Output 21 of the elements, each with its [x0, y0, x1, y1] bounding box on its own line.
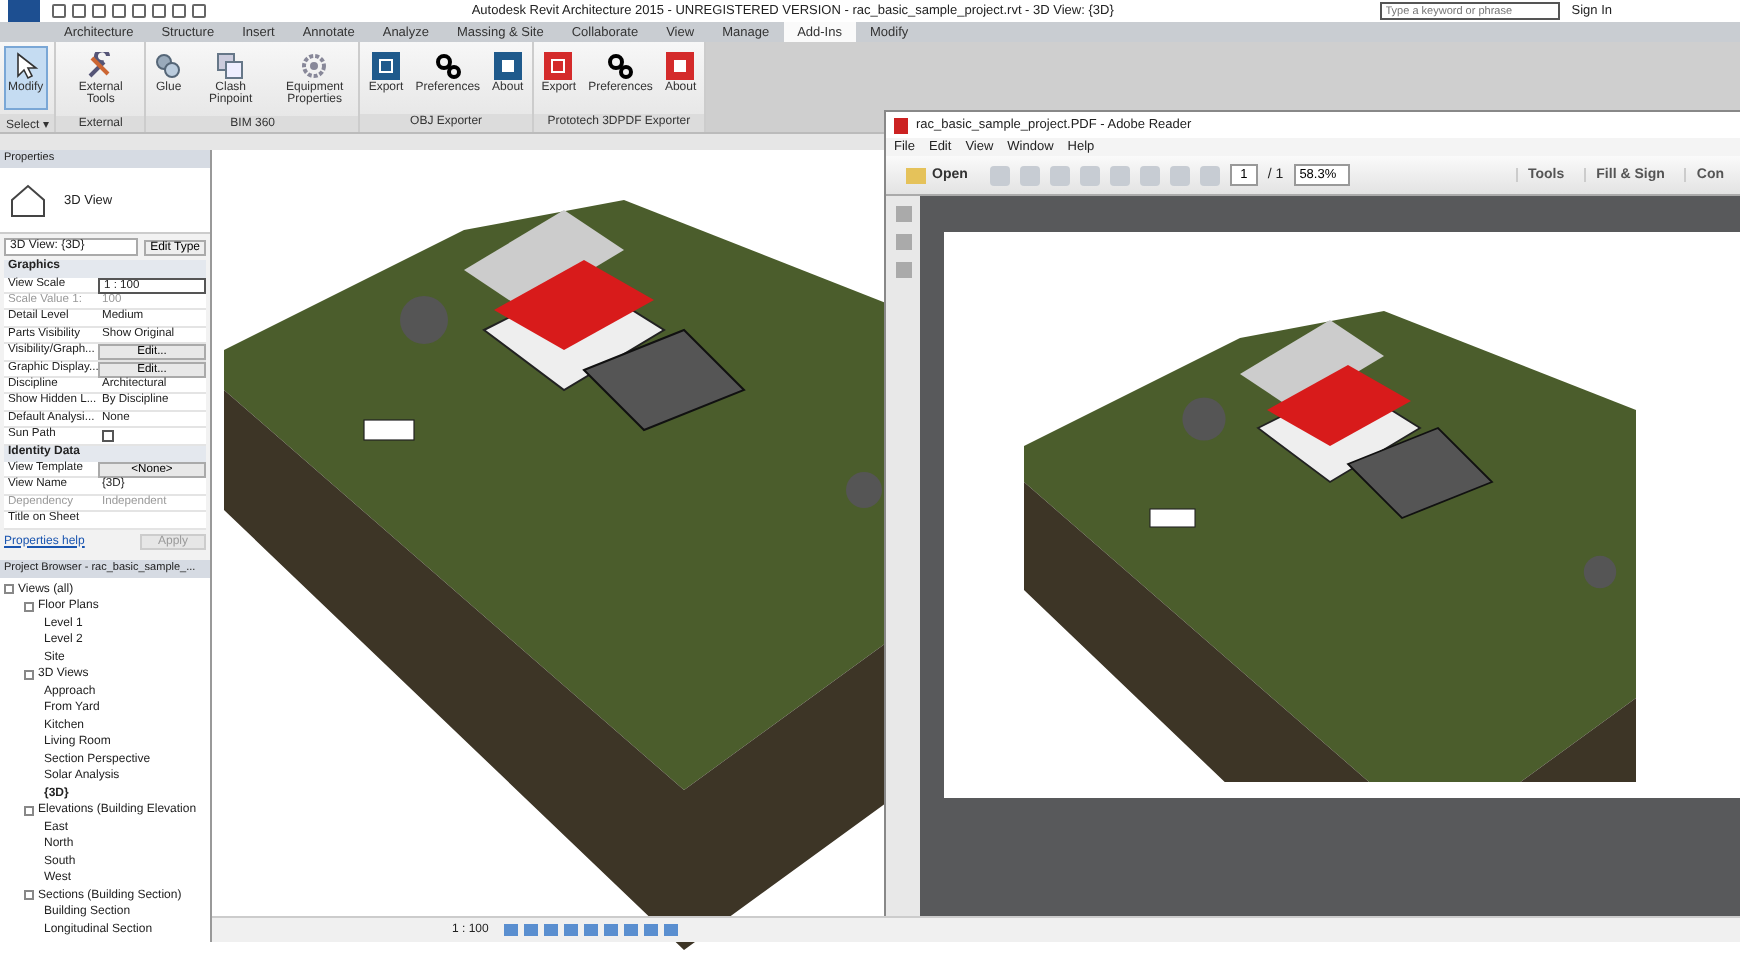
expander-icon[interactable] — [24, 890, 34, 901]
expander-icon[interactable] — [24, 601, 34, 612]
gear-cluster-icon — [154, 52, 183, 80]
pages-icon[interactable] — [895, 206, 911, 222]
attachment-icon[interactable] — [895, 234, 911, 250]
pdf-export-icon — [544, 52, 573, 80]
wrench-icon — [86, 52, 115, 80]
gears-icon — [433, 52, 462, 80]
expander-icon[interactable] — [24, 669, 34, 680]
expander-icon[interactable] — [24, 805, 34, 816]
gears-icon — [606, 52, 635, 80]
layers-icon[interactable] — [895, 262, 911, 278]
pdf-icon — [894, 117, 908, 133]
export-icon — [372, 52, 401, 80]
equipment-icon — [300, 52, 329, 80]
expander-icon[interactable] — [4, 584, 14, 595]
about-icon — [666, 52, 695, 80]
overlapping-squares-icon — [216, 52, 245, 80]
about-icon — [493, 52, 522, 80]
checkbox[interactable] — [102, 430, 114, 443]
cursor-icon — [11, 52, 40, 80]
